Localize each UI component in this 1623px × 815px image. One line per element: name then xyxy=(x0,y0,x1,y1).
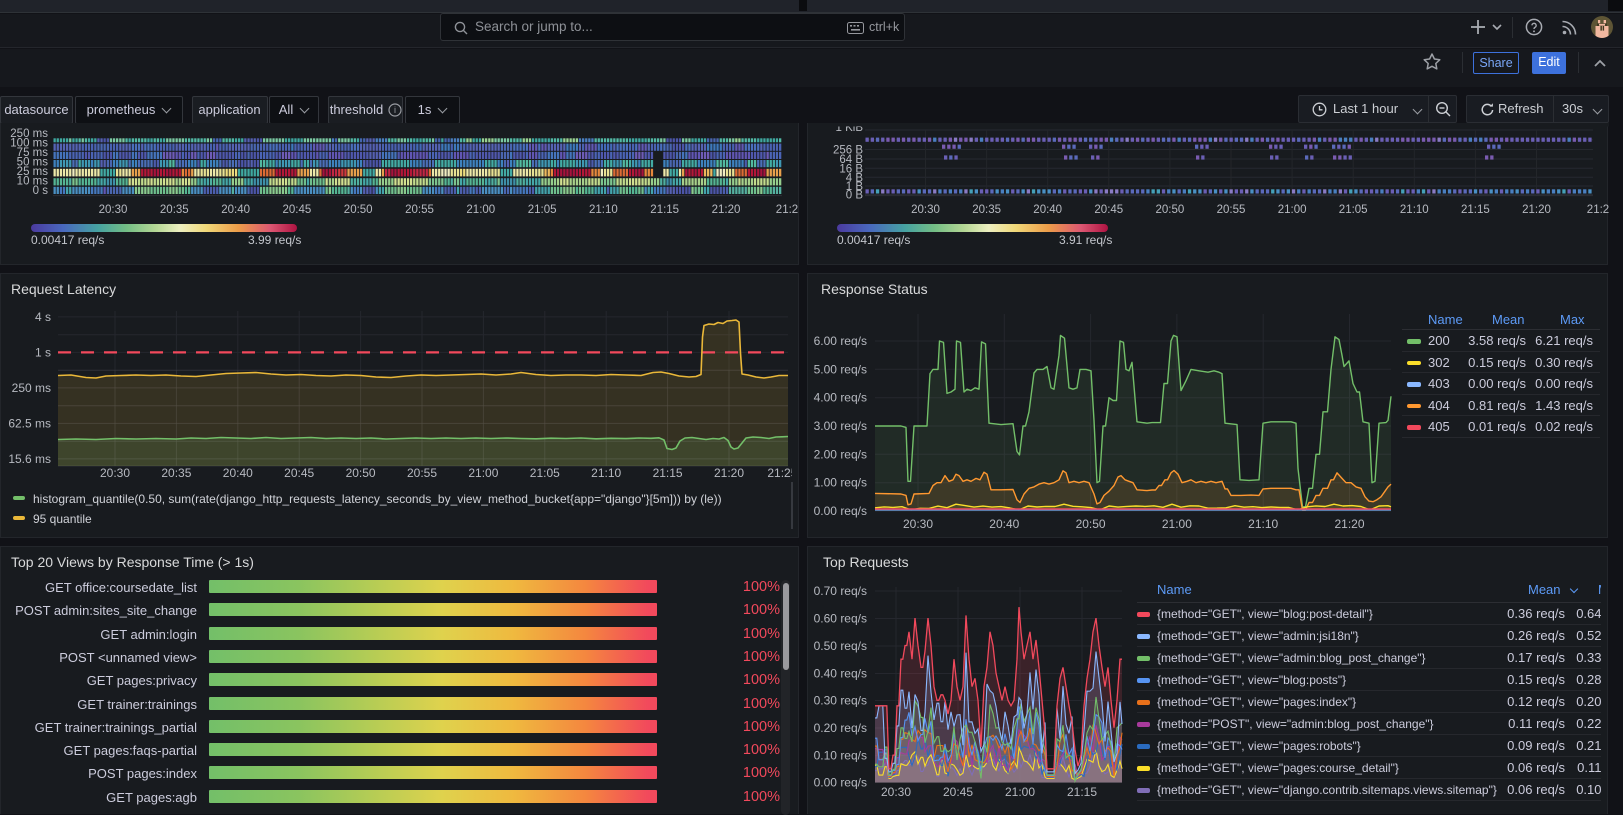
svg-text:0.40 req/s: 0.40 req/s xyxy=(814,667,867,681)
svg-text:0.50 req/s: 0.50 req/s xyxy=(814,639,867,653)
svg-text:20:30: 20:30 xyxy=(99,204,128,216)
svg-text:21:00: 21:00 xyxy=(1278,204,1307,216)
svg-text:21:05: 21:05 xyxy=(1339,204,1368,216)
svg-text:20:40: 20:40 xyxy=(221,204,250,216)
svg-text:21:10: 21:10 xyxy=(1400,204,1429,216)
svg-text:0.30 req/s: 0.30 req/s xyxy=(814,694,867,708)
svg-text:0.10 req/s: 0.10 req/s xyxy=(814,749,867,763)
svg-text:20:45: 20:45 xyxy=(943,785,973,799)
svg-text:0.00 req/s: 0.00 req/s xyxy=(814,504,867,518)
svg-text:20:35: 20:35 xyxy=(161,466,191,480)
svg-text:1.00 req/s: 1.00 req/s xyxy=(814,476,867,490)
svg-text:3.99 req/s: 3.99 req/s xyxy=(248,233,301,247)
svg-text:21:2: 21:2 xyxy=(776,204,798,216)
svg-text:20:50: 20:50 xyxy=(346,466,376,480)
svg-text:21:20: 21:20 xyxy=(714,466,744,480)
svg-text:5.00 req/s: 5.00 req/s xyxy=(814,362,867,376)
svg-text:21:10: 21:10 xyxy=(1248,517,1278,531)
svg-text:21:15: 21:15 xyxy=(650,204,679,216)
svg-text:0 s: 0 s xyxy=(33,185,49,197)
svg-text:21:15: 21:15 xyxy=(1461,204,1490,216)
svg-text:20:50: 20:50 xyxy=(1156,204,1185,216)
svg-text:62.5 ms: 62.5 ms xyxy=(8,416,51,430)
svg-text:21:10: 21:10 xyxy=(589,204,618,216)
svg-text:0.20 req/s: 0.20 req/s xyxy=(814,721,867,735)
svg-text:21:00: 21:00 xyxy=(468,466,498,480)
svg-text:20:30: 20:30 xyxy=(903,517,933,531)
svg-text:20:40: 20:40 xyxy=(1033,204,1062,216)
svg-text:0 B: 0 B xyxy=(846,190,864,202)
svg-text:20:30: 20:30 xyxy=(100,466,130,480)
svg-text:0.70 req/s: 0.70 req/s xyxy=(814,584,867,598)
svg-text:20:55: 20:55 xyxy=(407,466,437,480)
svg-text:21:20: 21:20 xyxy=(1334,517,1364,531)
svg-text:21:05: 21:05 xyxy=(528,204,557,216)
svg-text:i: i xyxy=(394,105,396,115)
svg-text:20:40: 20:40 xyxy=(223,466,253,480)
svg-text:20:30: 20:30 xyxy=(911,204,940,216)
svg-text:20:40: 20:40 xyxy=(989,517,1019,531)
svg-text:21:00: 21:00 xyxy=(1162,517,1192,531)
svg-text:1 s: 1 s xyxy=(35,345,51,359)
svg-text:21:15: 21:15 xyxy=(1067,785,1097,799)
svg-text:4.00 req/s: 4.00 req/s xyxy=(814,391,867,405)
svg-text:21:15: 21:15 xyxy=(653,466,683,480)
svg-text:20:30: 20:30 xyxy=(881,785,911,799)
svg-text:15.6 ms: 15.6 ms xyxy=(8,452,51,466)
svg-text:2.00 req/s: 2.00 req/s xyxy=(814,447,867,461)
svg-text:20:35: 20:35 xyxy=(160,204,189,216)
svg-text:0.00417 req/s: 0.00417 req/s xyxy=(837,233,910,247)
svg-text:21:20: 21:20 xyxy=(712,204,741,216)
svg-text:0.00417 req/s: 0.00417 req/s xyxy=(31,233,104,247)
svg-text:21:2: 21:2 xyxy=(1587,204,1609,216)
svg-text:3.91 req/s: 3.91 req/s xyxy=(1059,233,1112,247)
svg-text:20:35: 20:35 xyxy=(972,204,1001,216)
svg-text:21:25: 21:25 xyxy=(767,466,797,480)
svg-text:3.00 req/s: 3.00 req/s xyxy=(814,419,867,433)
svg-text:0.00 req/s: 0.00 req/s xyxy=(814,776,867,790)
svg-text:21:00: 21:00 xyxy=(1005,785,1035,799)
svg-text:20:50: 20:50 xyxy=(1076,517,1106,531)
svg-text:20:45: 20:45 xyxy=(284,466,314,480)
svg-text:6.00 req/s: 6.00 req/s xyxy=(814,334,867,348)
svg-text:0.60 req/s: 0.60 req/s xyxy=(814,612,867,626)
svg-text:21:10: 21:10 xyxy=(591,466,621,480)
svg-text:21:20: 21:20 xyxy=(1522,204,1551,216)
svg-text:20:55: 20:55 xyxy=(1217,204,1246,216)
svg-text:20:50: 20:50 xyxy=(344,204,373,216)
svg-text:20:45: 20:45 xyxy=(283,204,312,216)
svg-text:20:55: 20:55 xyxy=(405,204,434,216)
svg-text:20:45: 20:45 xyxy=(1094,204,1123,216)
svg-text:21:00: 21:00 xyxy=(466,204,495,216)
svg-text:4 s: 4 s xyxy=(35,310,51,324)
svg-text:250 ms: 250 ms xyxy=(12,381,51,395)
svg-text:21:05: 21:05 xyxy=(530,466,560,480)
